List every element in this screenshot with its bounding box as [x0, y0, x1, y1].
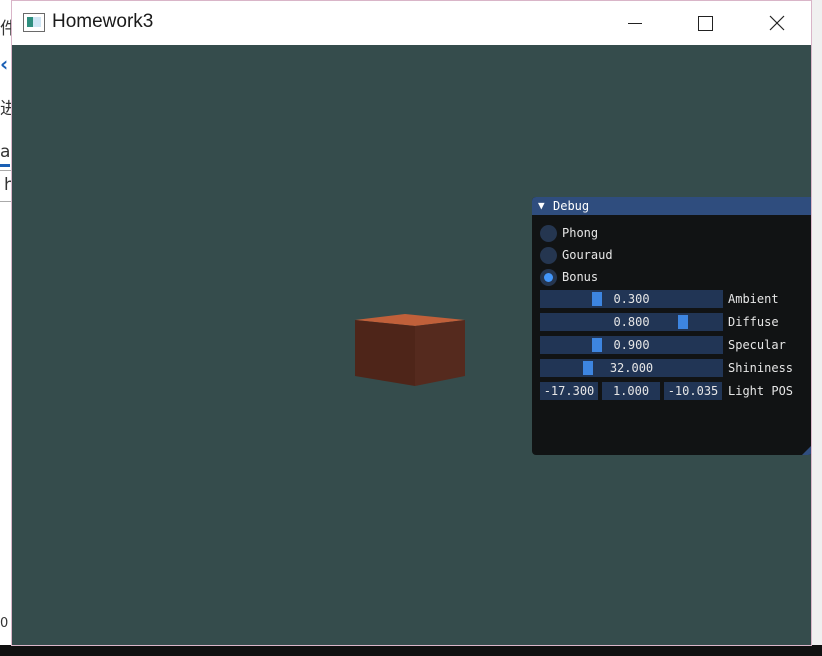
radio-button[interactable] — [540, 224, 557, 242]
background-text: 0 — [0, 616, 9, 631]
slider-label: Specular — [728, 338, 786, 352]
title-bar[interactable]: Homework3 — [12, 1, 811, 45]
debug-panel-header[interactable]: ▼ Debug — [532, 197, 811, 215]
light-pos-z-field[interactable]: -10.035 — [664, 382, 722, 400]
app-icon — [23, 13, 45, 32]
debug-panel-title: Debug — [553, 199, 590, 213]
minimize-icon — [628, 22, 642, 24]
minimize-button[interactable] — [612, 1, 658, 45]
radio-bonus[interactable]: Bonus — [540, 268, 598, 286]
radio-gouraud[interactable]: Gouraud — [540, 246, 613, 264]
chevron-left-icon: ‹ — [0, 52, 9, 76]
diffuse-row: 0.800 Diffuse — [540, 313, 804, 331]
resize-grip-icon[interactable] — [802, 445, 811, 455]
radio-label: Bonus — [562, 270, 599, 284]
ambient-slider[interactable]: 0.300 — [540, 290, 723, 308]
background-tab-indicator — [0, 164, 10, 167]
specular-row: 0.900 Specular — [540, 336, 804, 354]
shininess-slider[interactable]: 32.000 — [540, 359, 723, 377]
app-window: Homework3 ▼ Debug Phong Gouraud Bonus 0.… — [11, 0, 812, 646]
radio-label: Gouraud — [562, 248, 613, 262]
light-pos-x-field[interactable]: -17.300 — [540, 382, 598, 400]
slider-label: Shininess — [728, 361, 794, 375]
radio-button[interactable] — [540, 246, 557, 264]
ambient-row: 0.300 Ambient — [540, 290, 804, 308]
slider-value: 0.900 — [613, 338, 650, 352]
cube-model — [355, 314, 465, 386]
slider-value: 0.800 — [613, 315, 650, 329]
specular-slider[interactable]: 0.900 — [540, 336, 723, 354]
taskbar-strip — [0, 645, 822, 656]
render-viewport[interactable]: ▼ Debug Phong Gouraud Bonus 0.300 Ambien… — [12, 45, 811, 645]
close-button[interactable] — [754, 1, 800, 45]
radio-phong[interactable]: Phong — [540, 224, 598, 242]
maximize-button[interactable] — [682, 1, 728, 45]
light-pos-label: Light POS — [728, 384, 794, 398]
debug-panel: ▼ Debug Phong Gouraud Bonus 0.300 Ambien… — [532, 197, 811, 455]
light-pos-row: -17.300 1.000 -10.035 Light POS — [540, 382, 804, 400]
slider-label: Diffuse — [728, 315, 779, 329]
shininess-row: 32.000 Shininess — [540, 359, 804, 377]
collapse-arrow-icon[interactable]: ▼ — [538, 199, 545, 212]
light-pos-y-field[interactable]: 1.000 — [602, 382, 660, 400]
slider-value: 32.000 — [609, 361, 654, 375]
close-icon — [769, 15, 785, 31]
radio-label: Phong — [562, 226, 599, 240]
diffuse-slider[interactable]: 0.800 — [540, 313, 723, 331]
background-text: a — [0, 142, 11, 162]
slider-value: 0.300 — [613, 292, 650, 306]
window-title: Homework3 — [52, 11, 154, 32]
maximize-icon — [697, 15, 713, 31]
radio-button-selected[interactable] — [540, 268, 557, 286]
slider-label: Ambient — [728, 292, 779, 306]
